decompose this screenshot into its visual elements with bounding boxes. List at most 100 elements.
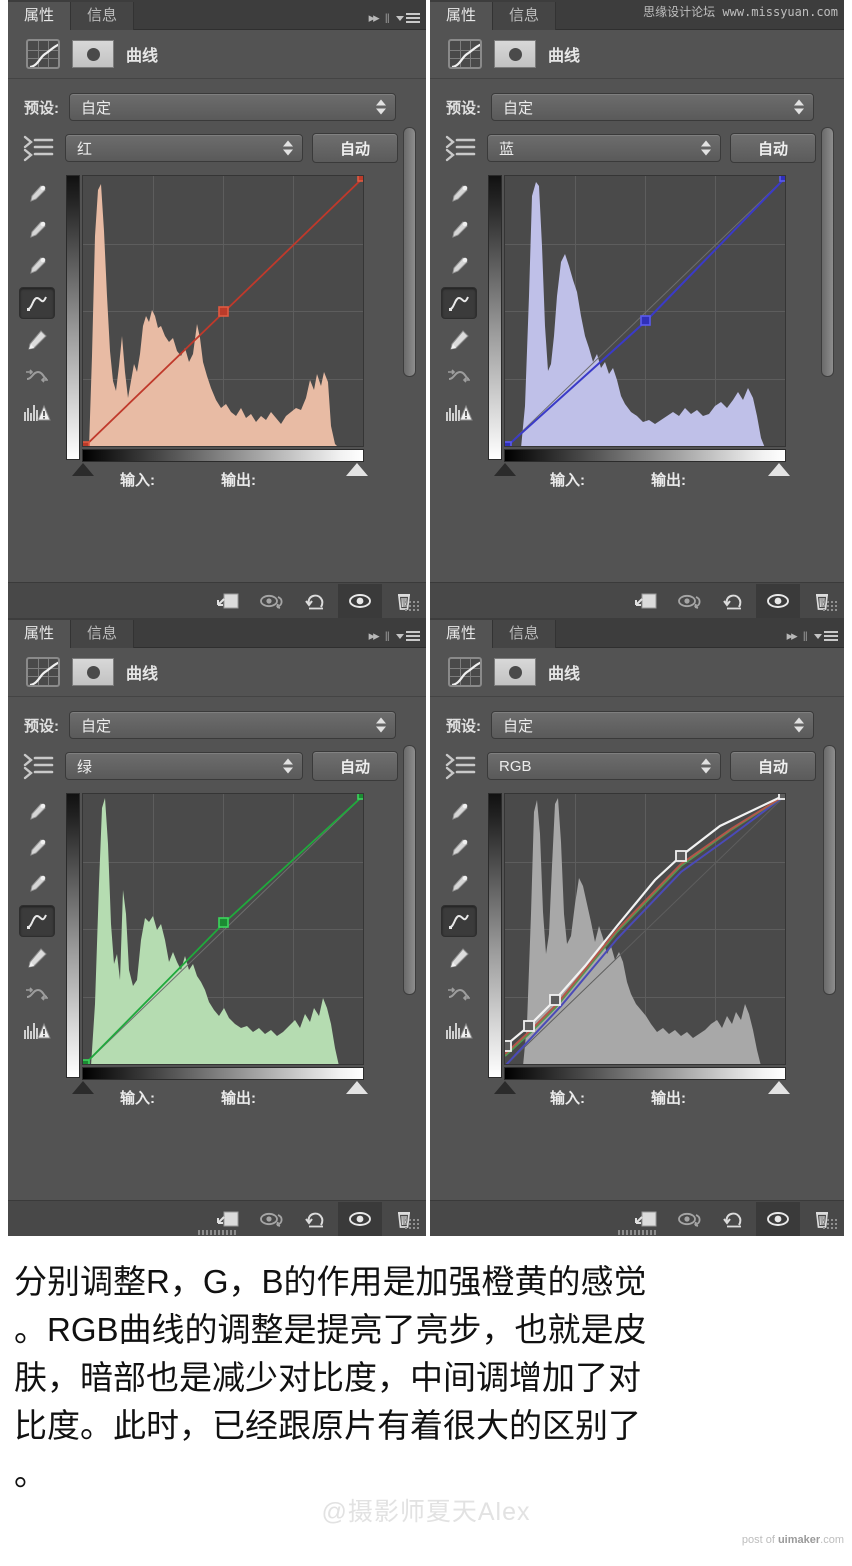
channel-preset-icon[interactable] <box>22 134 56 162</box>
pencil-draw-tool-icon[interactable] <box>20 943 54 973</box>
toggle-visibility-icon[interactable] <box>338 583 382 618</box>
auto-button[interactable]: 自动 <box>730 751 816 781</box>
smooth-curve-tool-icon[interactable] <box>442 979 476 1009</box>
panel-resize-grip[interactable] <box>819 577 841 615</box>
white-point-slider[interactable] <box>346 1081 368 1094</box>
preset-select[interactable]: 自定 <box>491 93 814 121</box>
pencil-draw-tool-icon[interactable] <box>20 325 54 355</box>
black-point-eyedropper-icon[interactable] <box>442 833 476 863</box>
reset-adjustment-icon[interactable] <box>294 1202 338 1236</box>
layer-mask-thumbnail[interactable] <box>494 658 536 686</box>
histogram-warning-tool-icon[interactable] <box>442 1015 476 1045</box>
panel-drag-grip-icon[interactable]: ‖ <box>385 11 390 26</box>
panel-drag-grip-icon[interactable]: ‖ <box>803 629 808 644</box>
panel-scrollbar[interactable] <box>821 127 834 377</box>
auto-button[interactable]: 自动 <box>312 751 398 781</box>
channel-preset-icon[interactable] <box>22 752 56 780</box>
tab-properties[interactable]: 属性 <box>430 2 494 30</box>
channel-preset-icon[interactable] <box>444 752 478 780</box>
gray-point-eyedropper-icon[interactable] <box>20 251 54 281</box>
preset-select[interactable]: 自定 <box>69 711 396 739</box>
channel-preset-icon[interactable] <box>444 134 478 162</box>
curve-graph[interactable] <box>66 175 368 476</box>
tab-properties[interactable]: 属性 <box>8 2 72 30</box>
curve-graph[interactable] <box>66 793 368 1094</box>
layer-mask-thumbnail[interactable] <box>72 658 114 686</box>
tab-properties[interactable]: 属性 <box>8 620 72 648</box>
channel-select[interactable]: 绿 <box>65 752 303 780</box>
collapse-chevrons-icon[interactable]: ▸▸ <box>787 628 798 644</box>
panel-scrollbar[interactable] <box>823 745 836 995</box>
black-point-slider[interactable] <box>494 463 516 476</box>
smooth-curve-tool-icon[interactable] <box>20 979 54 1009</box>
smooth-curve-tool-icon[interactable] <box>20 361 54 391</box>
sample-in-image-eyedropper-icon[interactable] <box>442 797 476 827</box>
black-point-eyedropper-icon[interactable] <box>20 833 54 863</box>
auto-button[interactable]: 自动 <box>730 133 816 163</box>
curve-plot-green[interactable] <box>82 793 364 1065</box>
toggle-visibility-icon[interactable] <box>756 583 800 618</box>
tab-info[interactable]: 信息 <box>71 2 135 30</box>
toggle-preview-icon[interactable] <box>250 584 294 618</box>
panel-menu-icon[interactable] <box>396 13 420 23</box>
panel-drag-grip-icon[interactable]: ‖ <box>385 629 390 644</box>
histogram-warning-tool-icon[interactable] <box>20 1015 54 1045</box>
curve-plot-rgb[interactable] <box>504 793 786 1065</box>
toggle-preview-icon[interactable] <box>668 1202 712 1236</box>
panel-scrollbar[interactable] <box>403 127 416 377</box>
panel-resize-grip[interactable] <box>401 1195 423 1233</box>
collapse-chevrons-icon[interactable]: ▸▸ <box>369 628 380 644</box>
gray-point-eyedropper-icon[interactable] <box>442 869 476 899</box>
curve-plot-red[interactable] <box>82 175 364 447</box>
white-point-slider[interactable] <box>346 463 368 476</box>
black-point-slider[interactable] <box>72 1081 94 1094</box>
histogram-warning-tool-icon[interactable] <box>20 397 54 427</box>
panel-bottom-grip[interactable] <box>618 1230 656 1235</box>
panel-menu-icon[interactable] <box>396 631 420 641</box>
clip-to-layer-icon[interactable] <box>624 584 668 618</box>
reset-adjustment-icon[interactable] <box>712 584 756 618</box>
toggle-preview-icon[interactable] <box>250 1202 294 1236</box>
smooth-curve-tool-icon[interactable] <box>442 361 476 391</box>
panel-resize-grip[interactable] <box>819 1195 841 1233</box>
clip-to-layer-icon[interactable] <box>206 584 250 618</box>
panel-scrollbar[interactable] <box>403 745 416 995</box>
panel-menu-icon[interactable] <box>814 631 838 641</box>
curve-point-tool-icon[interactable] <box>441 287 477 319</box>
panel-bottom-grip[interactable] <box>198 1230 236 1235</box>
preset-select[interactable]: 自定 <box>491 711 814 739</box>
pencil-draw-tool-icon[interactable] <box>442 943 476 973</box>
sample-in-image-eyedropper-icon[interactable] <box>20 797 54 827</box>
tab-info[interactable]: 信息 <box>493 620 557 648</box>
histogram-warning-tool-icon[interactable] <box>442 397 476 427</box>
curve-point-tool-icon[interactable] <box>19 287 55 319</box>
tab-info[interactable]: 信息 <box>71 620 135 648</box>
white-point-slider[interactable] <box>768 463 790 476</box>
curve-plot-blue[interactable] <box>504 175 786 447</box>
toggle-visibility-icon[interactable] <box>338 1201 382 1236</box>
sample-in-image-eyedropper-icon[interactable] <box>442 179 476 209</box>
reset-adjustment-icon[interactable] <box>712 1202 756 1236</box>
panel-resize-grip[interactable] <box>401 577 423 615</box>
layer-mask-thumbnail[interactable] <box>494 40 536 68</box>
layer-mask-thumbnail[interactable] <box>72 40 114 68</box>
sample-in-image-eyedropper-icon[interactable] <box>20 179 54 209</box>
black-point-slider[interactable] <box>494 1081 516 1094</box>
white-point-slider[interactable] <box>768 1081 790 1094</box>
gray-point-eyedropper-icon[interactable] <box>20 869 54 899</box>
reset-adjustment-icon[interactable] <box>294 584 338 618</box>
channel-select[interactable]: RGB <box>487 752 721 780</box>
tab-properties[interactable]: 属性 <box>430 620 494 648</box>
channel-select[interactable]: 蓝 <box>487 134 721 162</box>
curve-point-tool-icon[interactable] <box>441 905 477 937</box>
channel-select[interactable]: 红 <box>65 134 303 162</box>
black-point-eyedropper-icon[interactable] <box>20 215 54 245</box>
curve-graph[interactable] <box>488 793 790 1094</box>
auto-button[interactable]: 自动 <box>312 133 398 163</box>
toggle-visibility-icon[interactable] <box>756 1201 800 1236</box>
curve-point-tool-icon[interactable] <box>19 905 55 937</box>
gray-point-eyedropper-icon[interactable] <box>442 251 476 281</box>
curve-graph[interactable] <box>488 175 790 476</box>
tab-info[interactable]: 信息 <box>493 2 557 30</box>
pencil-draw-tool-icon[interactable] <box>442 325 476 355</box>
